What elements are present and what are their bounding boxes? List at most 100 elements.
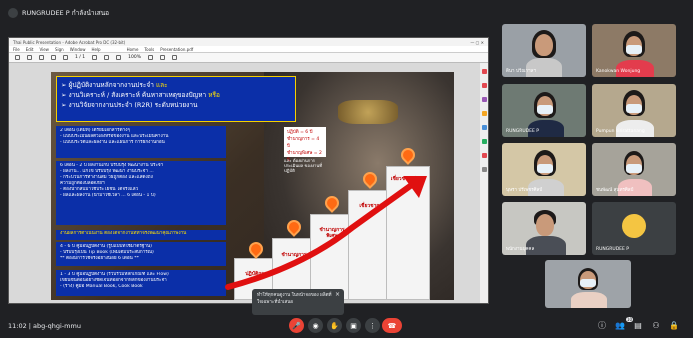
slide-header-box: ➢ ผู้ปฏิบัติงานหลักจากงานประจำ และ ➢ งาน…: [56, 76, 296, 122]
meet-window: RUNGRUDEE P กำลังนำเสนอ Thai Public Pres…: [0, 0, 693, 338]
viewer-toolbar: 1 / 1 100%: [9, 53, 488, 63]
participant-tile[interactable]: Kanokwan Wonjung: [592, 24, 676, 77]
header-line-2: ➢ งานวิเคราะห์ / สังเคราะห์ ค้นหาสาเหตุข…: [61, 91, 220, 99]
participant-mask: [580, 279, 596, 287]
participant-tile[interactable]: พนักงานบุคคล: [502, 202, 586, 255]
participant-mask: [537, 105, 553, 114]
participant-name: นุษรา ปรีเพชรศิลป์: [506, 188, 543, 193]
years-note: และ ต้องผ่านการประเมินผล ของงานที่ปฏิบัต…: [284, 158, 323, 173]
participant-name: RUNGRUDEE P: [506, 129, 539, 134]
participant-mask: [537, 164, 553, 173]
pin-icon[interactable]: [8, 8, 18, 18]
participant-tile[interactable]: RUNGRUDEE P: [592, 202, 676, 255]
coins-decoration: [338, 100, 398, 124]
participant-tile[interactable]: นุษรา ปรีเพชรศิลป์: [502, 143, 586, 196]
camera-icon[interactable]: ◉: [308, 318, 323, 333]
sign-icon[interactable]: [171, 55, 177, 60]
meeting-info-icon[interactable]: ⓘ: [596, 320, 608, 332]
mic-off-icon[interactable]: 🎤: [289, 318, 304, 333]
next-page-icon[interactable]: [63, 55, 68, 60]
participant-name: RUNGRUDEE P: [596, 247, 629, 252]
edit-pdf-icon[interactable]: [481, 97, 487, 102]
tab-home[interactable]: Home: [127, 47, 139, 52]
participant-tile[interactable]: ชนพัฒน์ สุนทรศิลป์: [592, 143, 676, 196]
hangup-icon[interactable]: ☎: [382, 318, 402, 333]
participant-name: Kanokwan Wonjung: [596, 69, 641, 74]
tools-rail: [480, 63, 488, 303]
participant-tile[interactable]: RUNGRUDEE P: [502, 84, 586, 137]
highlight-icon[interactable]: [159, 55, 165, 60]
years-line: ชำนาญการ = 4 ปี: [287, 137, 320, 149]
export-pdf-icon[interactable]: [481, 69, 487, 74]
presenter-label: RUNGRUDEE P กำลังนำเสนอ: [22, 9, 110, 17]
organize-icon[interactable]: [481, 125, 487, 130]
text-line: - ผลและผลงาน (นำมาใช้เวลา ... 6 เดือน - …: [60, 193, 156, 198]
hand-tool-icon[interactable]: [92, 55, 98, 60]
presentation-slide: ➢ ผู้ปฏิบัติงานหลักจากงานประจำ และ ➢ งาน…: [51, 72, 454, 300]
participant-mask: [626, 164, 642, 173]
chat-icon[interactable]: ▤: [632, 320, 644, 332]
viewer-menubar: File Edit View Sign Window Help Home Too…: [9, 46, 488, 53]
avatar: [622, 214, 646, 238]
shared-screen[interactable]: Thai Public Presentation - Adobe Acrobat…: [8, 37, 489, 304]
stage-box-note: งานผลการดำเนินงาน ต้องได้จากงานที่ทำจริง…: [56, 230, 226, 240]
participant-name: ดินา ปวีณาฯลฯ: [506, 69, 536, 74]
activities-icon[interactable]: ⚇: [650, 320, 662, 332]
text-line: - แบบประวัติและผลงาน และแผนการ การฝึกงาน…: [60, 140, 165, 145]
window-controls-icon[interactable]: — ▢ ✕: [470, 40, 484, 45]
host-controls-icon[interactable]: 🔒: [668, 320, 680, 332]
zoom-in-icon[interactable]: [116, 55, 122, 60]
tab-document[interactable]: Presentation.pdf: [160, 47, 193, 52]
viewer-title: Thai Public Presentation - Adobe Acrobat…: [13, 39, 126, 45]
print-icon[interactable]: [27, 55, 32, 60]
notice-text: ใจเฉพาะที่นำเสนอ: [257, 300, 293, 305]
stage-box-1-3-years: 1 - 3 ปี คู่มือปฏิบัติงาน (รวบรวมหลักเกณ…: [56, 270, 226, 296]
viewer-titlebar: Thai Public Presentation - Adobe Acrobat…: [9, 38, 488, 46]
more-tools-icon[interactable]: [481, 167, 487, 172]
presenting-notice: ทำให้ทุกคนดูงาน ในหน้าจอของ ผลิตที่ ใจเฉ…: [252, 289, 344, 315]
meeting-controls-bar: 11:02 | abg-qhgi-mmu 🎤 ◉ ✋ ▣ ⋮ ☎ ⓘ 👥 10 …: [0, 314, 693, 338]
menu-view[interactable]: View: [39, 47, 49, 52]
comment-icon[interactable]: [147, 55, 153, 60]
text-line: - (ร่าง) คู่มือ Manual Book, Cook Book: [60, 284, 143, 289]
notice-text: ทำให้ทุกคนดูงาน ในหน้าจอของ ผลิตที่: [257, 293, 332, 298]
present-icon[interactable]: ▣: [346, 318, 361, 333]
zoom-level[interactable]: 100%: [128, 55, 141, 60]
participant-name: พนักงานบุคคล: [506, 247, 535, 252]
participant-mask: [626, 104, 642, 113]
search-icon[interactable]: [39, 55, 44, 60]
create-pdf-icon[interactable]: [481, 83, 487, 88]
tab-tools[interactable]: Tools: [144, 47, 154, 52]
participant-tile[interactable]: ดินา ปวีณาฯลฯ: [502, 24, 586, 77]
save-icon[interactable]: [15, 55, 20, 60]
participant-body: [571, 292, 607, 308]
raise-hand-icon[interactable]: ✋: [327, 318, 342, 333]
text-line: งานผลการดำเนินงาน ต้องได้จากงานที่ทำจริง…: [60, 231, 187, 236]
menu-sign[interactable]: Sign: [55, 47, 64, 52]
header-line-3: ➢ งานวิจัยจากงานประจำ (R2R) ระดับหน่วยงา…: [61, 101, 198, 109]
participant-face: [536, 214, 554, 236]
more-options-icon[interactable]: ⋮: [365, 318, 380, 333]
protect-icon[interactable]: [481, 153, 487, 158]
stage-box-2-months: 2 เดือน (เดิมที่) เตรียมเอกสารต่างๆ - แบ…: [56, 126, 226, 158]
participant-name: ชนพัฒน์ สุนทรศิลป์: [596, 188, 634, 193]
zoom-out-icon[interactable]: [104, 55, 110, 60]
header-line-1: ➢ ผู้ปฏิบัติงานหลักจากงานประจำ และ: [61, 81, 168, 89]
close-icon[interactable]: ×: [335, 291, 340, 298]
menu-file[interactable]: File: [13, 47, 20, 52]
participant-face: [535, 34, 553, 56]
menu-edit[interactable]: Edit: [26, 47, 34, 52]
presenter-bar: RUNGRUDEE P กำลังนำเสนอ: [8, 6, 109, 20]
years-requirement-box: ปฏิบัติ = 6 ปี ชำนาญการ = 4 ปี ชำนาญพิเศ…: [284, 127, 326, 163]
menu-help[interactable]: Help: [91, 47, 100, 52]
participant-tile[interactable]: Pumpun sirirattanang: [592, 84, 676, 137]
menu-window[interactable]: Window: [70, 47, 86, 52]
stage-box-4-6-years: 4 - 6 ปี คู่มือปฏิบัติงาน (รูปแบบที่ใช้ม…: [56, 242, 226, 266]
participant-name: Pumpun sirirattanang: [596, 129, 645, 134]
fill-sign-icon[interactable]: [481, 139, 487, 144]
people-icon[interactable]: 👥: [614, 320, 626, 332]
self-view-tile[interactable]: [545, 260, 631, 308]
prev-page-icon[interactable]: [51, 55, 56, 60]
page-indicator: 1 / 1: [75, 55, 86, 60]
comment-tool-icon[interactable]: [481, 111, 487, 116]
